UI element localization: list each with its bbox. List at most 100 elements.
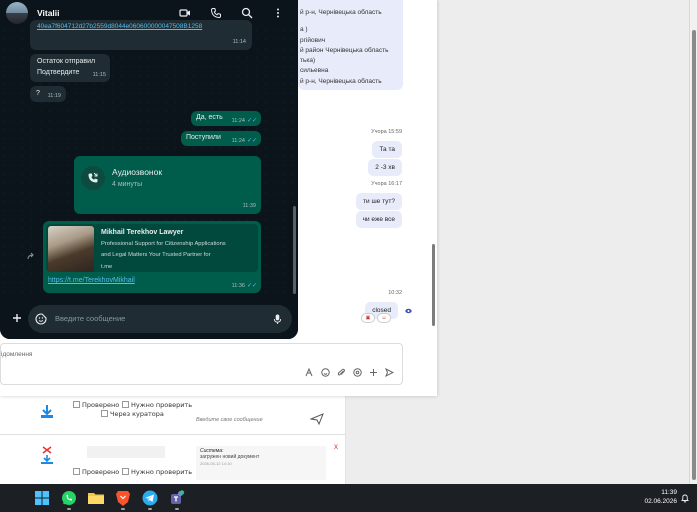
add-reaction-icon[interactable]: ☺	[377, 313, 391, 323]
message-time: Учора 16:17	[371, 181, 402, 187]
incoming-message: Остаток отправил Подтвердите 11:15	[30, 54, 110, 82]
chat-messages-area[interactable]: 40ea7f604712d27b2559d8044e06060000004750…	[0, 20, 298, 300]
microphone-icon[interactable]	[273, 313, 282, 325]
page-scrollbar-thumb[interactable]	[692, 30, 696, 480]
note-time: 2026-05-12 14:10	[200, 460, 232, 466]
partner-line: сильевна	[300, 67, 329, 75]
whatsapp-window: Vitalii 40ea7f604712d27b2559d8044e060600…	[0, 0, 298, 339]
taskbar: 11:39 02.06.2026	[0, 484, 697, 512]
message-status: 11:36 ✓✓	[232, 282, 257, 289]
kebab-menu-icon[interactable]	[272, 7, 284, 19]
partner-line: й р-н, Чернівецька область	[300, 77, 382, 85]
text-format-icon[interactable]	[305, 368, 314, 377]
windows-start-icon[interactable]	[33, 489, 51, 507]
running-indicator	[175, 508, 179, 510]
message-input[interactable]: Введите сообщение	[28, 305, 292, 333]
message-status: 11:24 ✓✓	[232, 117, 257, 124]
message-time: Учора 15:59	[371, 129, 402, 135]
message-time: 10:32	[388, 290, 402, 296]
emoji-sticker-icon[interactable]	[35, 313, 47, 325]
system-note: Система: загружен новий документ 2026-05…	[196, 446, 326, 480]
running-indicator	[148, 508, 152, 510]
read-receipt-icon: ✓✓	[246, 283, 257, 289]
telegram-icon[interactable]	[141, 489, 159, 507]
chat-scrollbar[interactable]	[293, 206, 296, 294]
read-receipt-icon: ✓✓	[246, 118, 257, 124]
message-time: 11:24	[231, 138, 245, 144]
search-icon[interactable]	[241, 7, 253, 19]
delete-download-icon[interactable]	[38, 446, 56, 466]
phone-icon[interactable]	[210, 7, 222, 19]
mention-icon[interactable]	[353, 368, 362, 377]
partner-line: й район Чернівецька область	[300, 46, 389, 54]
message-compose-box[interactable]: ідомлення	[0, 343, 403, 385]
message-text: ?	[36, 90, 40, 97]
close-x-icon[interactable]: x	[334, 442, 338, 451]
read-receipt-icon: ✓✓	[246, 138, 257, 144]
avatar[interactable]	[6, 2, 28, 24]
preview-domain: t.me	[101, 264, 113, 270]
background-document-list: Проверено Нужно проверить Через куратора…	[0, 396, 346, 484]
audio-call-message[interactable]: Аудиозвонок 4 минуты 11:39	[74, 156, 261, 214]
chat-message: чи еже все	[355, 208, 402, 228]
checkbox-need-check[interactable]: Нужно проверить	[122, 401, 192, 409]
checkbox-need-check[interactable]: Нужно проверить	[122, 468, 192, 476]
outgoing-message: Поступили 11:24 ✓✓	[181, 131, 261, 146]
page-scrollbar[interactable]	[689, 0, 697, 484]
chat-scrollbar[interactable]	[432, 244, 435, 326]
message-text: Подтвердите	[37, 69, 80, 76]
running-indicator	[67, 508, 71, 510]
message-text: Остаток отправил	[37, 58, 96, 65]
brave-browser-icon[interactable]	[114, 489, 132, 507]
partner-line: ргійович	[300, 36, 326, 44]
file-explorer-icon[interactable]	[87, 489, 105, 507]
desktop-background	[437, 0, 697, 484]
contact-name[interactable]: Vitalii	[37, 8, 60, 18]
input-placeholder: Введите сообщение	[55, 314, 126, 323]
compose-toolbar	[305, 368, 394, 377]
link-preview-card[interactable]: Mikhail Terekhov Lawyer Professional Sup…	[46, 224, 258, 272]
call-title: Аудиозвонок	[112, 167, 163, 177]
video-call-icon[interactable]	[179, 7, 191, 19]
whatsapp-icon[interactable]	[60, 489, 78, 507]
comment-input[interactable]: Введите свое сообщение	[196, 417, 263, 423]
message-time: 11:36	[231, 283, 245, 289]
download-file-icon[interactable]	[38, 402, 56, 422]
plus-attach-icon[interactable]	[12, 313, 22, 323]
message-link[interactable]: 40ea7f604712d27b2559d8044e06060000004750…	[37, 23, 245, 30]
call-duration: 4 минуты	[112, 181, 143, 188]
teams-icon[interactable]	[168, 489, 186, 507]
checkbox-checked[interactable]: Проверено	[73, 468, 119, 476]
message-text: Да, есть	[196, 114, 223, 121]
clock-date: 02.06.2026	[644, 498, 677, 505]
emoji-icon[interactable]	[321, 368, 330, 377]
send-icon[interactable]	[385, 368, 394, 377]
message-reactions: ▣ ☺	[361, 313, 391, 323]
chat-message: Учора 15:59 Та та	[371, 129, 402, 158]
reaction-chip[interactable]: ▣	[361, 313, 375, 323]
checkbox-checked[interactable]: Проверено	[73, 401, 119, 409]
running-indicator	[121, 508, 125, 510]
system-clock[interactable]: 11:39 02.06.2026	[644, 488, 677, 506]
message-link[interactable]: https://t.me/TerekhovMikhail	[48, 277, 135, 284]
message-input-bar: Введите сообщение	[0, 300, 298, 339]
notification-bell-icon[interactable]	[680, 493, 690, 503]
chat-message: 2 -3 хв	[368, 156, 402, 176]
call-icon-circle	[81, 166, 105, 190]
send-icon[interactable]	[310, 413, 324, 425]
compose-placeholder: ідомлення	[1, 351, 33, 358]
message-time: 11:39	[242, 203, 256, 209]
message-time: 11:19	[47, 93, 61, 99]
message-time: 11:24	[231, 118, 245, 124]
plus-icon[interactable]	[369, 368, 378, 377]
link-preview-message[interactable]: Mikhail Terekhov Lawyer Professional Sup…	[43, 221, 261, 293]
empty-field	[87, 446, 165, 458]
incoming-call-icon	[88, 172, 98, 183]
preview-description: Professional Support for Citizenship App…	[101, 241, 226, 247]
message-bubble: чи еже все	[355, 211, 402, 228]
forward-icon[interactable]	[27, 252, 37, 260]
message-bubble: 2 -3 хв	[368, 159, 402, 176]
checkbox-curator[interactable]: Через куратора	[101, 410, 164, 418]
attach-icon[interactable]	[337, 368, 346, 377]
outgoing-message: Да, есть 11:24 ✓✓	[191, 111, 261, 126]
